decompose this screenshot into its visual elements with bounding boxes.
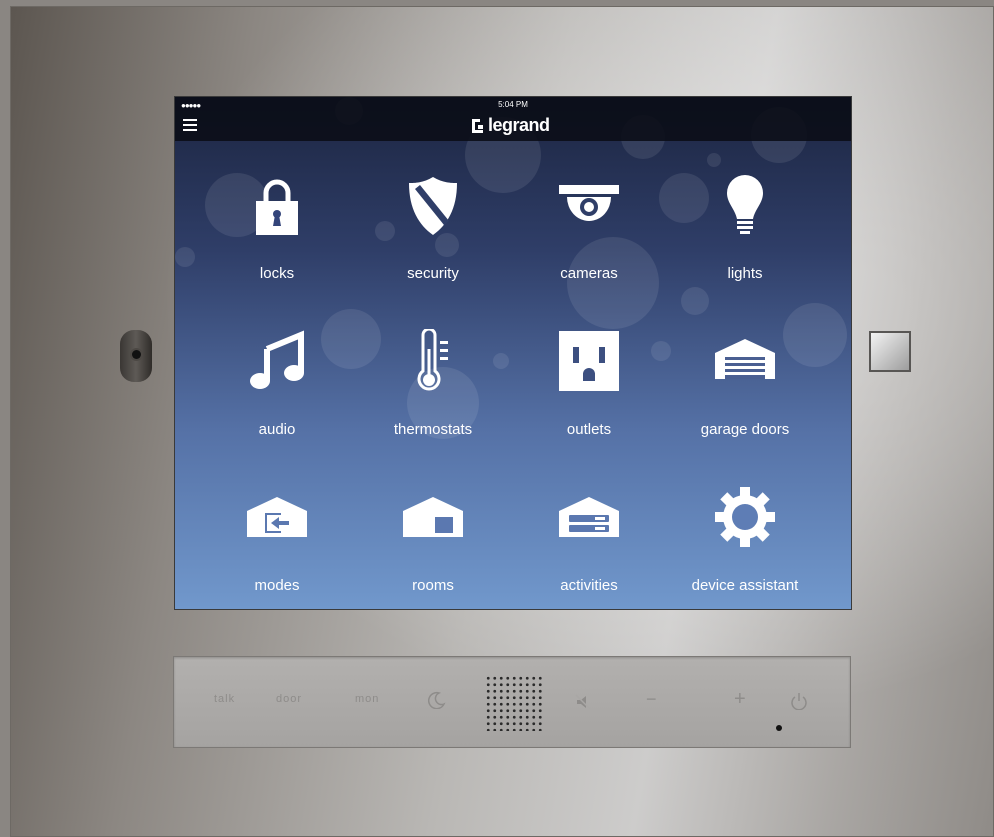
home-enter-icon — [247, 497, 307, 537]
tile-rooms[interactable]: rooms — [355, 483, 511, 609]
control-strip: talk door mon − + — [173, 656, 851, 748]
brand-name: legrand — [488, 115, 550, 135]
tile-audio[interactable]: audio — [199, 327, 355, 467]
touchscreen: ●●●●● 5:04 PM legrand locks security cam… — [174, 96, 852, 610]
menu-line — [183, 124, 197, 126]
gear-icon — [715, 487, 775, 547]
tile-label: activities — [560, 577, 618, 594]
menu-line — [183, 119, 197, 121]
brand-logo: legrand — [471, 115, 550, 136]
house-icon — [403, 497, 463, 537]
door-button[interactable]: door — [276, 693, 302, 705]
lightbulb-icon — [727, 175, 763, 234]
camera-icon — [559, 185, 619, 221]
status-header: ●●●●● 5:04 PM legrand — [175, 97, 851, 141]
tile-label: cameras — [560, 265, 618, 282]
tile-label: thermostats — [393, 421, 473, 438]
music-note-icon — [250, 330, 304, 389]
tile-locks[interactable]: locks — [199, 171, 355, 311]
tile-label: security — [407, 265, 459, 282]
lock-icon — [256, 179, 298, 235]
thermometer-icon — [417, 329, 448, 391]
tile-thermostats[interactable]: thermostats — [355, 327, 511, 467]
tile-label: outlets — [566, 421, 612, 438]
tile-label: audio — [258, 421, 296, 438]
tile-outlets[interactable]: outlets — [511, 327, 667, 467]
light-sensor — [869, 331, 911, 372]
camera-lens — [132, 350, 141, 359]
tile-device-assistant[interactable]: device assistant — [667, 483, 823, 609]
tile-label: lights — [727, 265, 763, 282]
garage-icon — [715, 339, 775, 379]
tile-lights[interactable]: lights — [667, 171, 823, 311]
front-camera — [120, 330, 152, 382]
monitor-button[interactable]: mon — [355, 693, 379, 705]
talk-button[interactable]: talk — [214, 693, 235, 705]
outlet-icon — [559, 331, 619, 391]
legrand-logo-icon — [472, 118, 483, 133]
tile-label: device assistant — [691, 577, 799, 594]
volume-down-button[interactable]: − — [646, 689, 658, 710]
status-time: 5:04 PM — [498, 100, 528, 109]
tile-label: modes — [254, 577, 300, 594]
shield-icon — [409, 177, 457, 235]
tile-modes[interactable]: modes — [199, 483, 355, 609]
status-led — [776, 725, 782, 731]
volume-up-button[interactable]: + — [734, 688, 747, 711]
tile-label: garage doors — [700, 421, 790, 438]
tile-activities[interactable]: activities — [511, 483, 667, 609]
tile-security[interactable]: security — [355, 171, 511, 311]
tile-label: rooms — [412, 577, 454, 594]
moon-icon[interactable] — [428, 691, 446, 709]
power-icon[interactable] — [790, 692, 808, 710]
mute-icon[interactable] — [574, 693, 592, 711]
tile-cameras[interactable]: cameras — [511, 171, 667, 311]
tile-garage-doors[interactable]: garage doors — [667, 327, 823, 467]
hamburger-menu-button[interactable] — [183, 119, 197, 131]
speaker-grille — [485, 675, 543, 731]
menu-line — [183, 129, 197, 131]
tile-label: locks — [259, 265, 295, 282]
house-list-icon — [559, 497, 619, 537]
